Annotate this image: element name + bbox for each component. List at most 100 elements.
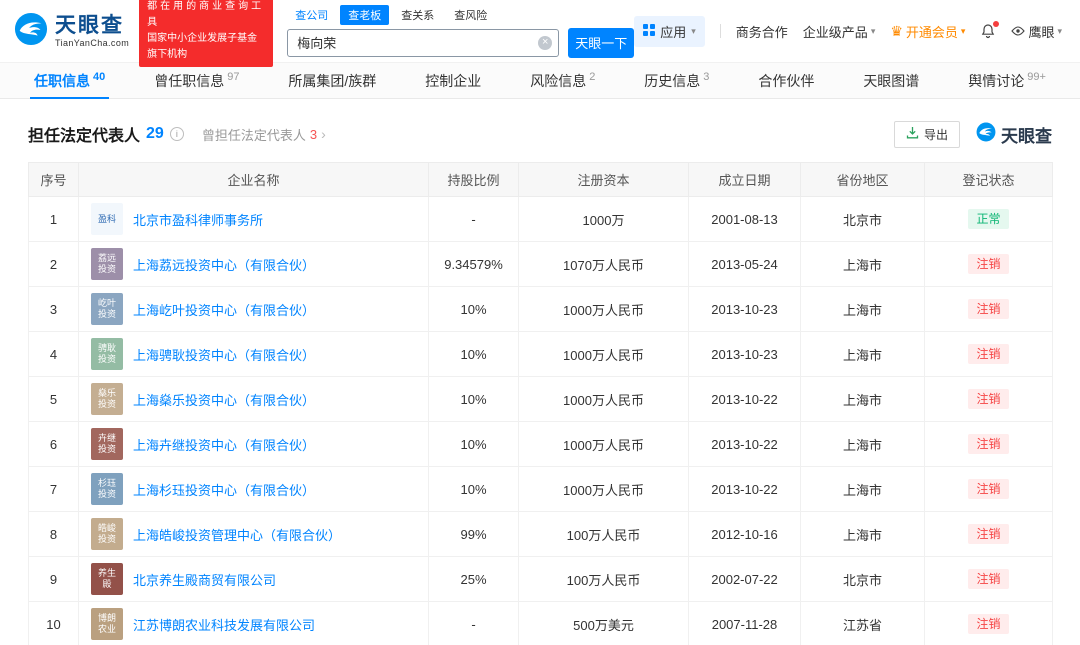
status-badge: 正常 (968, 208, 1009, 230)
established-date-cell: 2013-10-22 (688, 376, 801, 422)
company-link[interactable]: 上海荔远投资中心（有限合伙） (133, 255, 315, 274)
tab-label: 所属集团/族群 (288, 72, 377, 89)
region-cell: 上海市 (800, 511, 925, 557)
registered-capital-cell: 100万人民币 (518, 556, 689, 602)
company-link[interactable]: 上海燊乐投资中心（有限合伙） (133, 390, 315, 409)
company-link[interactable]: 上海皓峻投资管理中心（有限合伙） (133, 525, 341, 544)
registered-capital-cell: 500万美元 (518, 601, 689, 645)
tab-partner[interactable]: 合作伙伴 (754, 63, 818, 98)
status-badge: 注销 (968, 388, 1009, 410)
established-date-cell: 2013-10-23 (688, 286, 801, 332)
company-link[interactable]: 北京养生殿商贸有限公司 (133, 570, 276, 589)
region-cell: 上海市 (800, 241, 925, 287)
table-row: 8 皓峻 投资 上海皓峻投资管理中心（有限合伙） 99% 100万人民币 2012-10-1… (28, 511, 1053, 557)
tab-opinion[interactable]: 舆情讨论 99+ (964, 63, 1050, 98)
header-menu: 应用 ▾ 商务合作 企业级产品 ▾ ♛ 开通会员 ▾ 鹰眼 ▾ (634, 15, 1062, 47)
company-link[interactable]: 北京市盈科律师事务所 (133, 210, 263, 229)
business-coop-link[interactable]: 商务合作 (736, 22, 788, 41)
search-button[interactable]: 天眼一下 (568, 27, 635, 58)
company-logo: 盈科 (91, 203, 123, 235)
tab-risk[interactable]: 风险信息 2 (526, 63, 599, 98)
company-cell: 屹叶 投资 上海屹叶投资中心（有限合伙） (78, 286, 429, 332)
row-index-cell: 8 (28, 511, 79, 557)
former-legal-rep-link[interactable]: 曾担任法定代表人 3 › (202, 125, 326, 144)
search-tab-risk[interactable]: 查风险 (446, 5, 495, 25)
tab-graph[interactable]: 天眼图谱 (859, 63, 923, 98)
row-index-cell: 10 (28, 601, 79, 645)
apps-button[interactable]: 应用 ▾ (634, 15, 705, 47)
region-cell: 上海市 (800, 376, 925, 422)
company-cell: 卉继 投资 上海卉继投资中心（有限合伙） (78, 421, 429, 467)
search-tab-relation[interactable]: 查关系 (393, 5, 442, 25)
brand-logo[interactable]: 天眼查 TianYanCha.com (14, 12, 129, 51)
header-divider (719, 24, 721, 38)
chevron-right-icon: › (321, 126, 326, 142)
tab-former-position[interactable]: 曾任职信息 97 (150, 63, 243, 98)
tab-label: 曾任职信息 (154, 72, 225, 89)
region-cell: 上海市 (800, 421, 925, 467)
company-link[interactable]: 江苏博朗农业科技发展有限公司 (133, 615, 315, 634)
registered-capital-cell: 1000万人民币 (518, 421, 689, 467)
brand-name: 天眼查 (55, 13, 124, 37)
company-link[interactable]: 上海屹叶投资中心（有限合伙） (133, 300, 315, 319)
table-row: 10 博朗 农业 江苏博朗农业科技发展有限公司 -500万美元 2007-11-28 江苏省… (28, 601, 1053, 645)
eagle-eye-link[interactable]: 鹰眼 ▾ (1011, 22, 1062, 41)
region-cell: 北京市 (800, 556, 925, 602)
column-header: 企业名称 (78, 162, 429, 197)
caret-down-icon: ▾ (691, 25, 696, 36)
search-tab-company[interactable]: 查公司 (287, 5, 336, 25)
established-date-cell: 2013-05-24 (688, 241, 801, 287)
clear-icon[interactable]: × (538, 35, 553, 50)
company-link[interactable]: 上海卉继投资中心（有限合伙） (133, 435, 315, 454)
company-link[interactable]: 上海骋耿投资中心（有限合伙） (133, 345, 315, 364)
shareholding-ratio-cell: 10% (428, 376, 519, 422)
info-icon[interactable]: i (169, 127, 184, 141)
registered-capital-cell: 1000万人民币 (518, 286, 689, 332)
company-logo: 荔远 投资 (91, 248, 123, 280)
registered-capital-cell: 1000万 (518, 196, 689, 242)
company-cell: 皓峻 投资 上海皓峻投资管理中心（有限合伙） (78, 511, 429, 557)
column-header: 成立日期 (688, 162, 801, 197)
shareholding-ratio-cell: - (428, 196, 519, 242)
region-cell: 上海市 (800, 331, 925, 377)
top-header: 天眼查 TianYanCha.com 都在用的商业查询工具 国家中小企业发展子基… (0, 0, 1080, 67)
search-tab-boss[interactable]: 查老板 (340, 4, 390, 25)
status-badge: 注销 (968, 298, 1009, 320)
vip-link[interactable]: ♛ 开通会员 ▾ (890, 22, 965, 41)
table-row: 5 燊乐 投资 上海燊乐投资中心（有限合伙） 10% 1000万人民币 2013-10-22… (28, 376, 1053, 422)
table-header-row: 序号 企业名称 持股比例 注册资本 成立日期 省份地区 登记状态 (28, 162, 1053, 197)
status-cell: 注销 (924, 556, 1053, 602)
company-link[interactable]: 上海杉珏投资中心（有限合伙） (133, 480, 315, 499)
tianyancha-watermark: 天眼查 (976, 122, 1052, 147)
search-area: 查公司查老板查关系查风险 × 天眼一下 (287, 4, 635, 58)
tab-count-badge: 40 (93, 70, 106, 83)
region-cell: 上海市 (800, 286, 925, 332)
row-index-cell: 1 (28, 196, 79, 242)
shareholding-ratio-cell: 25% (428, 556, 519, 602)
watermark-text: 天眼查 (1001, 126, 1052, 146)
slogan-line-2: 国家中小企业发展子基金旗下机构 (147, 33, 258, 60)
table-row: 9 养生殿北京养生殿商贸有限公司 25% 100万人民币 2002-07-22 北京市 注销 (28, 556, 1053, 602)
row-index-cell: 9 (28, 556, 79, 602)
bell-icon[interactable] (980, 21, 1000, 39)
status-badge: 注销 (968, 253, 1009, 275)
export-button[interactable]: 导出 (893, 120, 960, 148)
row-index-cell: 3 (28, 286, 79, 332)
region-cell: 江苏省 (800, 601, 925, 645)
status-cell: 注销 (924, 286, 1053, 332)
company-cell: 荔远 投资 上海荔远投资中心（有限合伙） (78, 241, 429, 287)
company-logo: 博朗 农业 (91, 608, 123, 640)
tab-history[interactable]: 历史信息 3 (640, 63, 713, 98)
tab-control[interactable]: 控制企业 (421, 63, 485, 98)
enterprise-products-link[interactable]: 企业级产品 ▾ (803, 22, 876, 41)
tab-count-badge: 97 (227, 70, 240, 83)
tab-label: 合作伙伴 (758, 72, 815, 89)
tab-position[interactable]: 任职信息 40 (30, 63, 110, 99)
tab-count-badge: 3 (703, 70, 710, 83)
tab-count-badge: 2 (589, 70, 596, 83)
search-input[interactable] (287, 28, 560, 57)
eagle-eye-icon (1011, 24, 1026, 39)
row-index-cell: 6 (28, 421, 79, 467)
tab-group[interactable]: 所属集团/族群 (284, 63, 380, 98)
company-logo: 骋耿 投资 (91, 338, 123, 370)
